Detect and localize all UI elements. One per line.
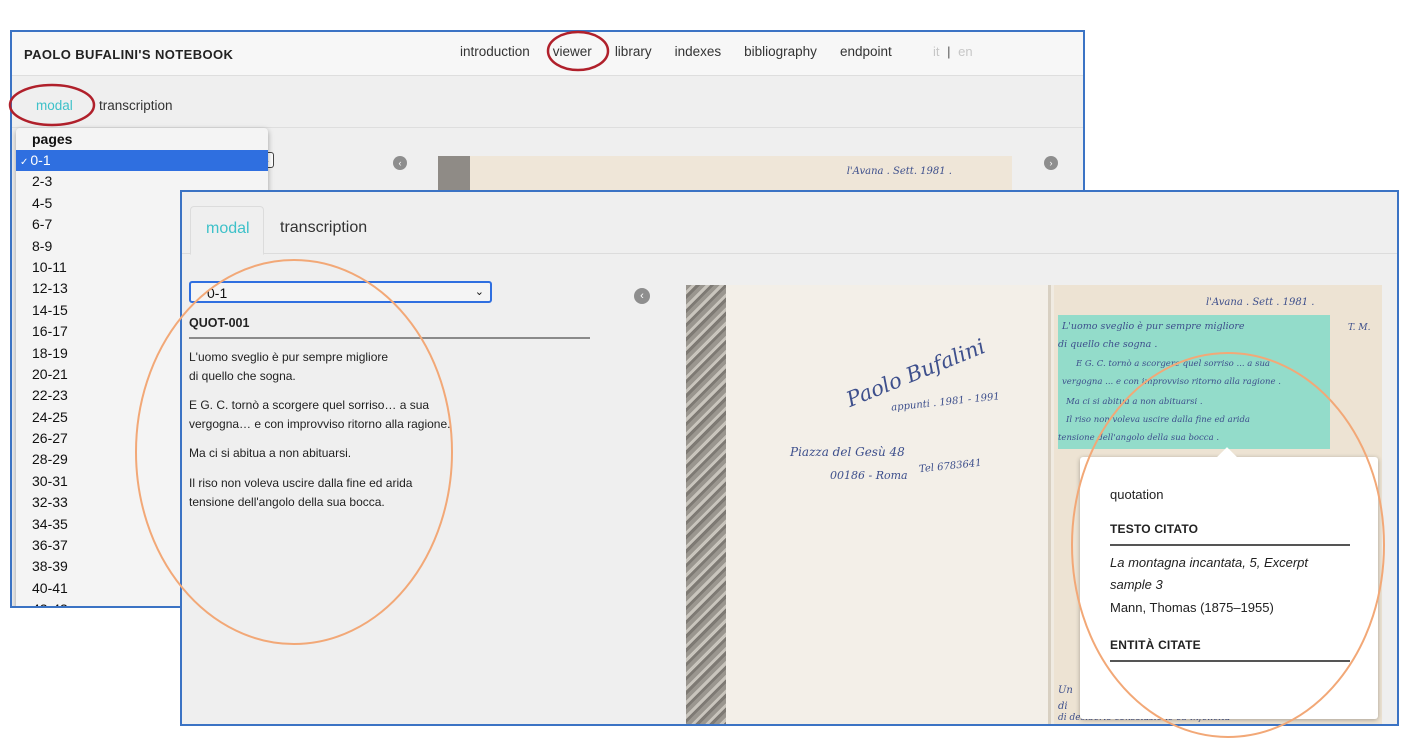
signature-subtitle: appunti . 1981 - 1991: [890, 391, 1001, 414]
manuscript-line: E G. C. tornò a scorgere quel sorriso ..…: [1076, 359, 1270, 369]
dropdown-header: pages: [32, 131, 73, 147]
tab-transcription[interactable]: transcription: [99, 98, 173, 113]
manuscript-line: L'uomo sveglio è pur sempre migliore: [1062, 321, 1245, 332]
prev-page-button[interactable]: ‹: [393, 156, 407, 170]
popup-type-label: quotation: [1110, 487, 1164, 502]
back-tab-bar: modal transcription: [12, 76, 1083, 128]
address-line: 00186 - Roma: [830, 469, 908, 482]
site-title[interactable]: PAOLO BUFALINI'S NOTEBOOK: [24, 47, 233, 62]
nav-bibliography[interactable]: bibliography: [744, 44, 817, 59]
manuscript-line: vergogna ... e con improvviso ritorno al…: [1062, 377, 1281, 387]
tab-transcription[interactable]: transcription: [280, 219, 367, 237]
manuscript-left-page: Paolo Bufalini appunti . 1981 - 1991 Pia…: [726, 285, 1051, 724]
nav-introduction[interactable]: introduction: [460, 44, 530, 59]
tab-modal-label: modal: [206, 220, 250, 237]
quotation-paragraph: E G. C. tornò a scorgere quel sorriso… a…: [189, 398, 451, 431]
chevron-down-icon: ⌄: [474, 286, 484, 298]
popup-divider: [1110, 544, 1350, 546]
prev-page-button[interactable]: ‹: [634, 288, 650, 304]
next-page-button[interactable]: ›: [1044, 156, 1058, 170]
manuscript-line: Un: [1058, 685, 1073, 696]
manuscript-line: Ma ci si abitua a non abituarsi .: [1066, 397, 1203, 407]
manuscript-line: di quello che sogna .: [1058, 339, 1158, 350]
tab-modal-active[interactable]: modal: [190, 206, 264, 255]
nav-library[interactable]: library: [615, 44, 652, 59]
check-icon: ✓: [20, 157, 29, 168]
language-switcher: it | en: [933, 44, 973, 59]
quotation-paragraph: Ma ci si abitua a non abituarsi.: [189, 446, 352, 460]
nav-indexes[interactable]: indexes: [675, 44, 722, 59]
page-select[interactable]: 0-1 ⌄: [189, 281, 492, 303]
dropdown-option-selected[interactable]: ✓ 0-1: [16, 150, 268, 172]
manuscript-line: Il riso non voleva uscire dalla fine ed …: [1066, 415, 1250, 425]
tab-modal[interactable]: modal: [36, 98, 73, 113]
screenshot-stage: PAOLO BUFALINI'S NOTEBOOK introduction v…: [0, 0, 1410, 746]
nav-endpoint[interactable]: endpoint: [840, 44, 892, 59]
popup-citation-title[interactable]: La montagna incantata, 5, Excerpt sample…: [1110, 552, 1330, 596]
back-scan-note: l'Avana . Sett. 1981 .: [846, 166, 952, 177]
marbled-cover: [686, 285, 726, 724]
main-nav: introduction viewer library indexes bibl…: [460, 44, 915, 59]
lang-separator: |: [947, 44, 951, 59]
quotation-popup: quotation TESTO CITATO La montagna incan…: [1080, 447, 1378, 719]
popup-heading-cited-text: TESTO CITATO: [1110, 522, 1199, 536]
popup-divider: [1110, 660, 1350, 662]
popup-heading-cited-entities: ENTITÀ CITATE: [1110, 638, 1201, 652]
front-viewer-window: modal transcription 0-1 ⌄ QUOT-001 L'uom…: [180, 190, 1399, 726]
top-navigation-bar: PAOLO BUFALINI'S NOTEBOOK introduction v…: [12, 32, 1083, 76]
phone-number: Tel 6783641: [918, 457, 983, 476]
quotation-paragraph: Il riso non voleva uscire dalla fine ed …: [189, 476, 413, 509]
manuscript-dateline: l'Avana . Sett . 1981 .: [1206, 297, 1315, 308]
page-select-value: 0-1: [207, 285, 228, 301]
quotation-id: QUOT-001: [189, 316, 250, 330]
lang-en[interactable]: en: [958, 44, 972, 59]
nav-viewer[interactable]: viewer: [553, 44, 592, 59]
manuscript-line: tensione dell'angolo della sua bocca .: [1058, 433, 1220, 443]
popup-citation-author[interactable]: Mann, Thomas (1875–1955): [1110, 597, 1360, 619]
manuscript-mark: T. M.: [1348, 323, 1371, 333]
quotation-divider: [189, 337, 590, 339]
address-line: Piazza del Gesù 48: [790, 445, 905, 459]
manuscript-line: di: [1058, 701, 1068, 712]
quotation-paragraph: L'uomo sveglio è pur sempre migliore di …: [189, 350, 389, 383]
front-tab-bar: modal transcription: [182, 192, 1397, 255]
lang-it[interactable]: it: [933, 44, 940, 59]
